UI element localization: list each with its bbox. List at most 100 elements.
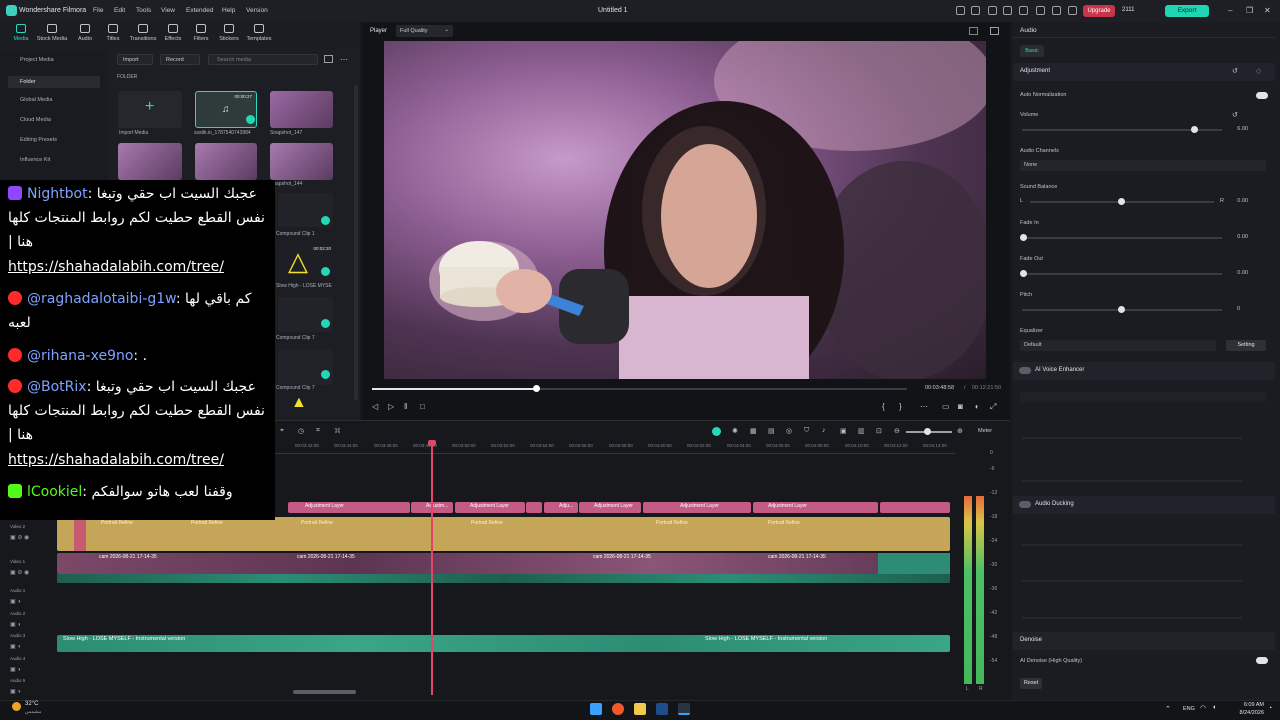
- volume-icon[interactable]: ◖: [974, 402, 979, 411]
- menu-edit[interactable]: Edit: [114, 7, 125, 14]
- microphone-icon[interactable]: ♪: [822, 427, 826, 434]
- menu-view[interactable]: View: [161, 7, 175, 14]
- sidebar-item-cloud-media[interactable]: Cloud Media: [8, 117, 100, 129]
- adjustment-layer-clip[interactable]: Adjustment Layer: [288, 502, 410, 513]
- menu-tools[interactable]: Tools: [136, 7, 151, 14]
- track-controls-icon[interactable]: ▣ ◖: [10, 598, 21, 605]
- portrait-refine-clip[interactable]: Portrait Refine: [757, 519, 837, 529]
- fade-in-slider[interactable]: [1022, 237, 1222, 239]
- tasks-icon[interactable]: [1068, 6, 1077, 15]
- scrubber-handle[interactable]: [533, 385, 540, 392]
- select-tool-icon[interactable]: ⌖: [280, 427, 284, 435]
- adjustment-layer-clip[interactable]: Adjustment Layer: [753, 502, 878, 513]
- download-icon[interactable]: [1019, 6, 1028, 15]
- fade-in-handle[interactable]: [1020, 234, 1027, 241]
- sun-icon[interactable]: ✺: [732, 427, 738, 435]
- notification-bell-icon[interactable]: ◔: [1268, 705, 1272, 712]
- sound-balance-handle[interactable]: [1118, 198, 1125, 205]
- minimize-icon[interactable]: –: [1228, 6, 1232, 15]
- media-item-clip[interactable]: [118, 143, 182, 180]
- more-icon[interactable]: ⋯: [920, 402, 928, 411]
- menu-extended[interactable]: Extended: [186, 7, 213, 14]
- fullscreen-icon[interactable]: ⤢: [990, 402, 996, 412]
- menu-help[interactable]: Help: [222, 7, 235, 14]
- snapshot-icon[interactable]: [990, 27, 999, 35]
- mark-out-icon[interactable]: }: [899, 402, 902, 411]
- weather-temp[interactable]: 32°C: [25, 701, 38, 707]
- cam-clip[interactable]: cam 2026-08-21 17-14-35: [765, 553, 865, 563]
- track-controls-icon[interactable]: ▣ ◖: [10, 688, 21, 695]
- steam-icon[interactable]: [656, 703, 668, 715]
- media-item-snapshot[interactable]: [270, 143, 333, 180]
- adjustment-layer-clip[interactable]: Adjustment Layer: [455, 502, 525, 513]
- playhead[interactable]: [431, 440, 433, 695]
- close-icon[interactable]: ✕: [1264, 6, 1271, 15]
- import-media-tile[interactable]: +: [118, 91, 182, 128]
- equalizer-setting-button[interactable]: Setting: [1226, 340, 1266, 351]
- portrait-refine-clip[interactable]: Portrait Refine: [90, 519, 170, 529]
- equalizer-select[interactable]: Default: [1020, 340, 1216, 351]
- diamond-icon[interactable]: ◇: [1256, 67, 1261, 75]
- render-icon[interactable]: [712, 427, 721, 436]
- audio-clip-end[interactable]: [878, 553, 950, 574]
- cam-clip[interactable]: cam 2026-08-21 17-14-35: [96, 553, 196, 563]
- sidebar-item-folder[interactable]: Folder: [8, 76, 100, 88]
- chevron-up-icon[interactable]: ⌃: [1165, 705, 1171, 713]
- meter-label[interactable]: Meter: [978, 428, 992, 434]
- ai-denoise-toggle[interactable]: [1256, 657, 1268, 664]
- sidebar-item-project-media[interactable]: Project Media: [8, 57, 100, 69]
- maximize-icon[interactable]: ❐: [1246, 6, 1253, 15]
- color-icon[interactable]: ⌘: [334, 427, 341, 435]
- crop-icon[interactable]: ⌗: [316, 427, 320, 435]
- video-audio-waveform[interactable]: [57, 574, 950, 583]
- track-controls-icon[interactable]: ▣ ⊘ ◉: [10, 569, 29, 576]
- speed-icon[interactable]: ◷: [298, 427, 304, 435]
- timeline-scrollbar[interactable]: [293, 690, 356, 694]
- menu-version[interactable]: Version: [246, 7, 268, 14]
- adjustment-layer-clip[interactable]: [526, 502, 542, 513]
- auto-normalization-toggle[interactable]: [1256, 92, 1268, 99]
- play-icon[interactable]: ▷: [388, 402, 394, 411]
- pause-icon[interactable]: ‖: [404, 402, 407, 411]
- compare-icon[interactable]: [969, 27, 978, 35]
- sidebar-item-global-media[interactable]: Global Media: [8, 97, 100, 109]
- fade-in-value[interactable]: 0.00: [1218, 234, 1248, 240]
- tab-audio-properties[interactable]: Audio: [1020, 27, 1037, 34]
- time-ruler[interactable]: 00:03:42:00 00:03:44:00 00:03:46:00 00:0…: [275, 440, 955, 454]
- menu-file[interactable]: File: [93, 7, 103, 14]
- display-icon[interactable]: ▭: [942, 402, 950, 411]
- zoom-in-icon[interactable]: ⊕: [957, 427, 963, 435]
- voiceover-icon[interactable]: ▣: [840, 427, 847, 435]
- portrait-refine-clip[interactable]: Portrait Refine: [645, 519, 725, 529]
- save-icon[interactable]: [988, 6, 997, 15]
- track-controls-icon[interactable]: ▣ ⊘ ◉: [10, 534, 29, 541]
- upgrade-button[interactable]: Upgrade: [1083, 5, 1115, 17]
- stop-icon[interactable]: □: [420, 402, 425, 411]
- clock-date[interactable]: 8/24/2026: [1226, 710, 1264, 716]
- portrait-refine-clip[interactable]: Portrait Refine: [180, 519, 260, 529]
- track-controls-icon[interactable]: ▣ ◖: [10, 643, 21, 650]
- fade-out-handle[interactable]: [1020, 270, 1027, 277]
- media-scrollbar[interactable]: [354, 85, 358, 400]
- mark-in-icon[interactable]: {: [882, 402, 885, 411]
- zoom-slider-handle[interactable]: [924, 428, 931, 435]
- pitch-value[interactable]: 0: [1210, 306, 1240, 312]
- gift-icon[interactable]: [1036, 6, 1045, 15]
- fade-out-slider[interactable]: [1022, 273, 1222, 275]
- weather-icon[interactable]: [12, 702, 21, 711]
- subtitle-icon[interactable]: ▥: [858, 427, 865, 435]
- adjustment-layer-clip[interactable]: Adjustment Layer: [643, 502, 751, 513]
- tab-basic[interactable]: Basic: [1020, 45, 1044, 57]
- sidebar-item-influence-kit[interactable]: Influence Kit: [8, 157, 100, 169]
- track-controls-icon[interactable]: ▣ ◖: [10, 666, 21, 673]
- pitch-handle[interactable]: [1118, 306, 1125, 313]
- media-item-clip[interactable]: [195, 143, 257, 180]
- tab-templates[interactable]: Templates: [240, 23, 278, 49]
- reset-icon[interactable]: ↺: [1232, 111, 1238, 119]
- filmora-taskbar-icon[interactable]: [678, 703, 690, 715]
- reset-button[interactable]: Reset: [1020, 678, 1042, 689]
- media-item-snapshot[interactable]: [270, 91, 333, 128]
- file-explorer-icon[interactable]: [634, 703, 646, 715]
- wifi-icon[interactable]: ◠: [1200, 704, 1206, 712]
- portrait-refine-clip[interactable]: Portrait Refine: [460, 519, 540, 529]
